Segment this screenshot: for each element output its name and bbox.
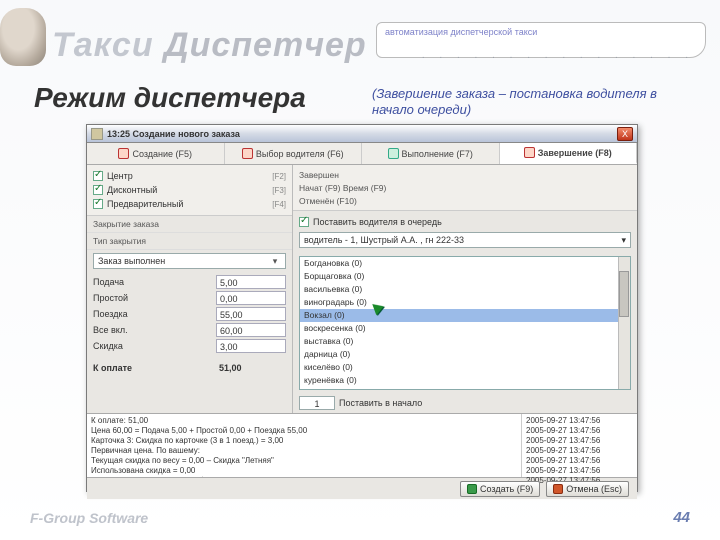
subtitle-text: автоматизация диспетчерской такси <box>377 23 705 41</box>
page-title: Режим диспетчера <box>34 82 306 114</box>
checkbox-discount[interactable] <box>93 185 103 195</box>
checkbox-center[interactable] <box>93 171 103 181</box>
close-button[interactable]: X <box>617 127 633 141</box>
position-input[interactable]: 1 <box>299 396 335 410</box>
decor-dots: . . . . . . . . . . . . . . . . <box>422 50 694 61</box>
brand-word-b: Диспетчер <box>164 26 367 64</box>
input-prostoy[interactable]: 0,00 <box>216 291 286 305</box>
log-area: К оплате: 51,00 Цена 60,00 = Подача 5,00… <box>87 413 637 477</box>
driver-combo[interactable]: водитель - 1, Шустрый А.А. , гн 222-33▾ <box>299 232 631 248</box>
close-type-label: Тип закрытия <box>87 233 292 250</box>
cancel-button[interactable]: Отмена (Esc) <box>546 481 629 497</box>
order-window: 13:25 Создание нового заказа X Создание … <box>86 124 638 492</box>
input-trip[interactable]: 55,00 <box>216 307 286 321</box>
tab-exec[interactable]: Выполнение (F7) <box>362 143 500 164</box>
chevron-down-icon: ▾ <box>621 235 626 246</box>
input-discount[interactable]: 3,00 <box>216 339 286 353</box>
right-pane: Завершен Начат (F9) Время (F9) Отменён (… <box>293 165 637 413</box>
footer-company: F-Group Software <box>30 510 148 526</box>
tab-icon <box>388 148 399 159</box>
chevron-down-icon: ▾ <box>269 256 281 267</box>
input-allin[interactable]: 60,00 <box>216 323 286 337</box>
titlebar[interactable]: 13:25 Создание нового заказа X <box>87 125 637 143</box>
close-type-combo[interactable]: Заказ выполнен▾ <box>93 253 286 269</box>
input-podacha[interactable]: 5,00 <box>216 275 286 289</box>
window-title: 13:25 Создание нового заказа <box>107 129 617 139</box>
avatar <box>0 8 46 66</box>
slide-note: (Завершение заказа – постановка водителя… <box>372 86 702 117</box>
tab-finish[interactable]: Завершение (F8) <box>500 143 638 164</box>
brand: Такси Диспетчер <box>52 26 367 65</box>
brand-word-a: Такси <box>52 26 154 64</box>
checkbox-pre[interactable] <box>93 199 103 209</box>
check-icon <box>467 484 477 494</box>
scrollbar-thumb[interactable] <box>619 271 629 317</box>
tab-icon <box>242 148 253 159</box>
save-button[interactable]: Создать (F9) <box>460 481 540 497</box>
tab-icon <box>118 148 129 159</box>
cancel-icon <box>553 484 563 494</box>
total-value: 51,00 <box>216 361 286 375</box>
district-listbox[interactable]: Богдановка (0) Борщаговка (0) васильевка… <box>299 256 631 390</box>
left-pane: Центр[F2] Дисконтный[F3] Предварительный… <box>87 165 293 413</box>
tab-icon <box>524 147 535 158</box>
close-order-label: Закрытие заказа <box>87 216 292 233</box>
checkbox-queue[interactable] <box>299 217 309 227</box>
tab-create[interactable]: Создание (F5) <box>87 143 225 164</box>
window-icon <box>91 128 103 140</box>
tab-bar: Создание (F5) Выбор водителя (F6) Выполн… <box>87 143 637 165</box>
tab-driver[interactable]: Выбор водителя (F6) <box>225 143 363 164</box>
page-number: 44 <box>673 509 690 526</box>
